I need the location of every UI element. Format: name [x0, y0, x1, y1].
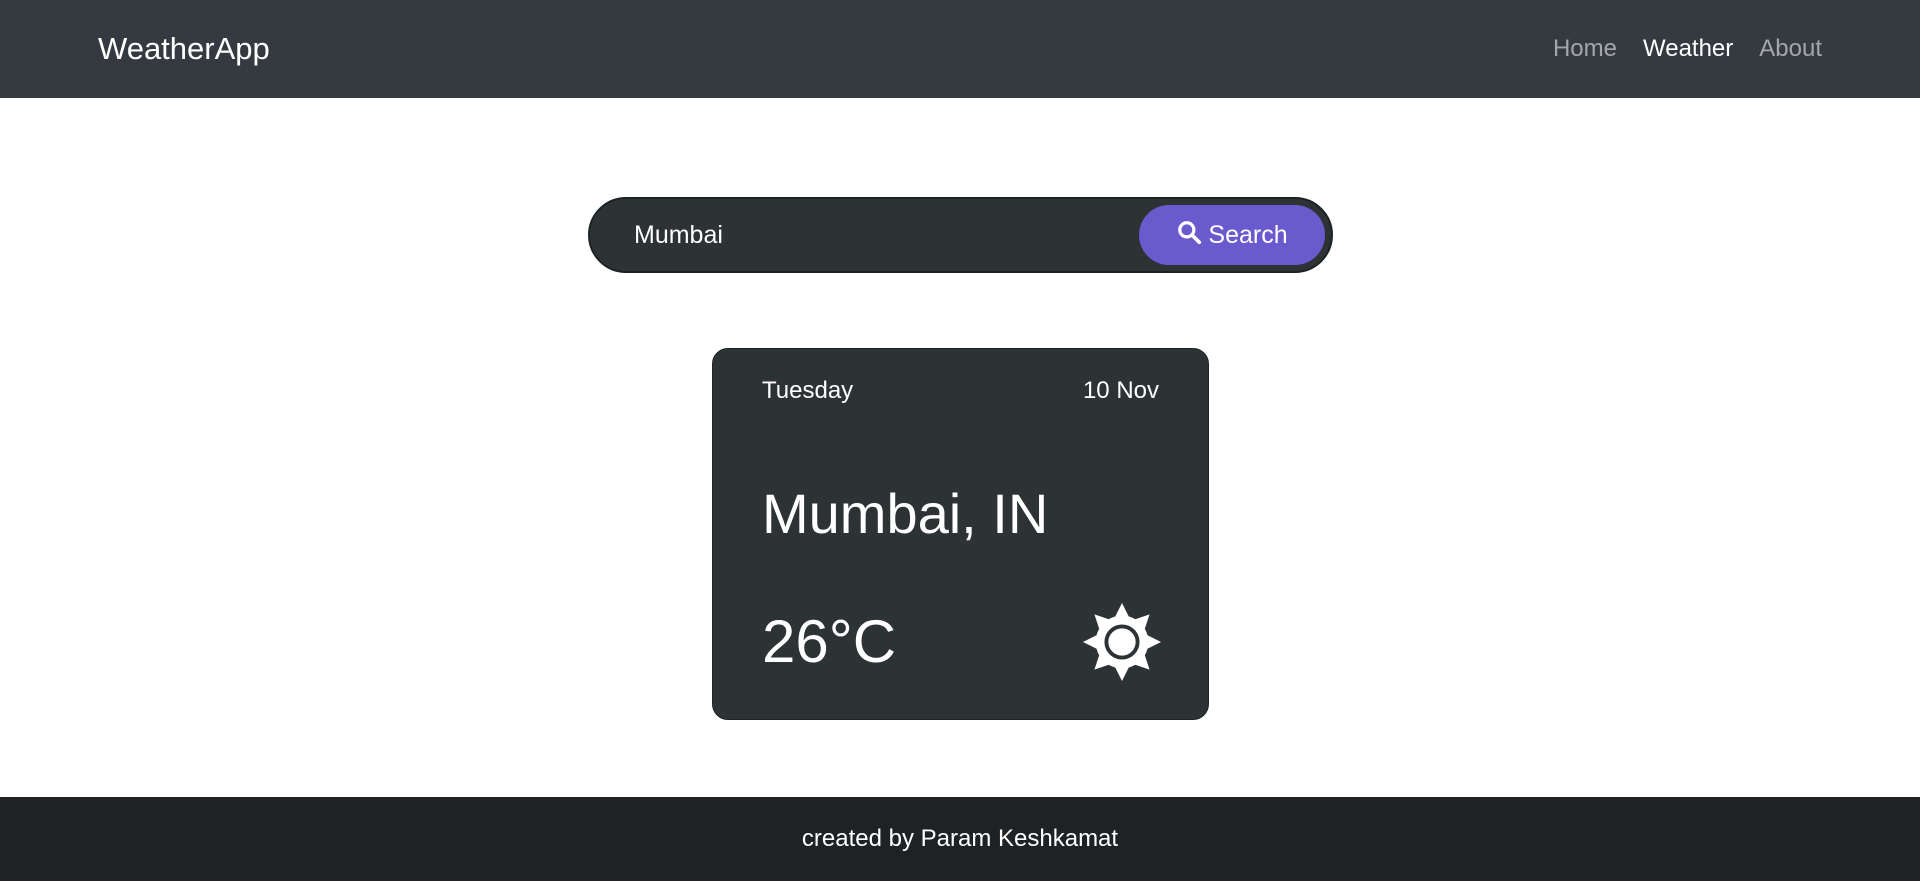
card-city: Mumbai, IN: [762, 482, 1049, 545]
nav-link-about[interactable]: About: [1759, 35, 1822, 63]
brand-link[interactable]: WeatherApp: [98, 31, 270, 67]
weather-card: Tuesday 10 Nov Mumbai, IN 26°C: [712, 348, 1209, 720]
search-icon: [1176, 219, 1202, 252]
search-bar: Search: [588, 197, 1333, 273]
nav-link-weather[interactable]: Weather: [1643, 35, 1733, 63]
card-day: Tuesday: [762, 377, 854, 404]
card-temperature: 26°C: [762, 608, 897, 675]
search-button[interactable]: Search: [1139, 205, 1325, 265]
search-button-label: Search: [1208, 220, 1288, 249]
footer-credit: created by Param Keshkamat: [801, 825, 1119, 852]
search-input[interactable]: [634, 220, 1114, 250]
card-date: 10 Nov: [1082, 377, 1159, 404]
nav-link-home[interactable]: Home: [1553, 35, 1617, 63]
nav-links: Home Weather About: [1553, 35, 1822, 63]
navbar: WeatherApp Home Weather About: [0, 0, 1920, 98]
footer: created by Param Keshkamat: [0, 797, 1920, 881]
sun-icon: [1083, 603, 1161, 681]
page: WeatherApp Home Weather About Search Tue…: [0, 0, 1920, 881]
